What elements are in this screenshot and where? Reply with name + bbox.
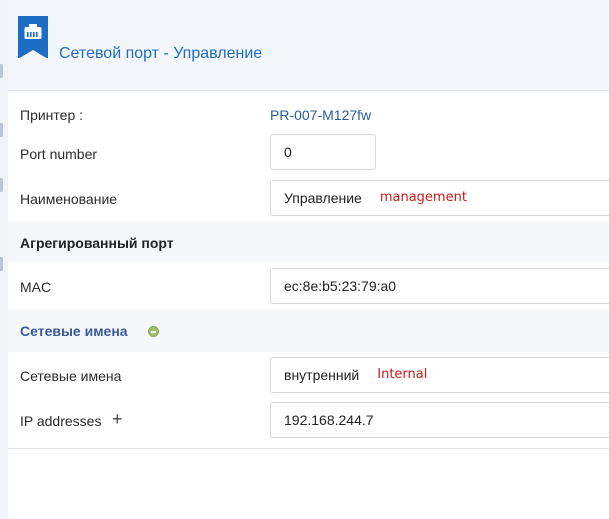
network-names-label: Сетевые имена — [20, 368, 122, 384]
panel-bottom-divider — [8, 448, 609, 449]
mac-value: ec:8e:b5:23:79:a0 — [284, 278, 397, 294]
aggregated-port-title: Агрегированный порт — [20, 235, 174, 251]
name-label: Наименование — [20, 191, 118, 207]
plus-icon[interactable]: + — [112, 410, 123, 428]
network-names-section: Сетевые имена — [8, 310, 609, 352]
ip-address-value: 192.168.244.7 — [284, 412, 374, 428]
background-nub — [0, 257, 3, 271]
printer-link[interactable]: PR-007-M127fw — [270, 107, 371, 123]
background-page-strip — [0, 0, 8, 519]
panel-title: Сетевой порт - Управление — [59, 45, 263, 62]
printer-label: Принтер : — [20, 107, 84, 123]
network-names-title: Сетевые имена — [20, 323, 128, 339]
name-field[interactable]: Управление management — [270, 180, 609, 216]
mac-label: MAC — [20, 279, 52, 295]
name-value: Управление — [284, 190, 362, 206]
background-nub — [0, 123, 3, 137]
network-port-panel: Сетевой порт - Управление Принтер : PR-0… — [8, 0, 609, 519]
mac-field[interactable]: ec:8e:b5:23:79:a0 — [270, 268, 609, 304]
network-names-field[interactable]: внутренний Internal — [270, 357, 609, 393]
port-number-field[interactable]: 0 — [270, 134, 376, 170]
network-names-value: внутренний — [284, 367, 360, 383]
port-number-label: Port number — [20, 146, 98, 162]
network-names-annotation: Internal — [377, 367, 428, 382]
background-nub — [0, 64, 3, 78]
panel-header: Сетевой порт - Управление — [8, 0, 609, 91]
background-nub — [0, 178, 3, 192]
ip-addresses-label: IP addresses — [20, 413, 102, 429]
name-annotation: management — [379, 190, 467, 205]
collapse-icon[interactable] — [148, 326, 159, 337]
ip-address-field[interactable]: 192.168.244.7 — [270, 402, 609, 438]
network-port-icon — [18, 16, 48, 59]
port-number-value: 0 — [284, 144, 292, 160]
aggregated-port-section: Агрегированный порт — [8, 222, 609, 262]
